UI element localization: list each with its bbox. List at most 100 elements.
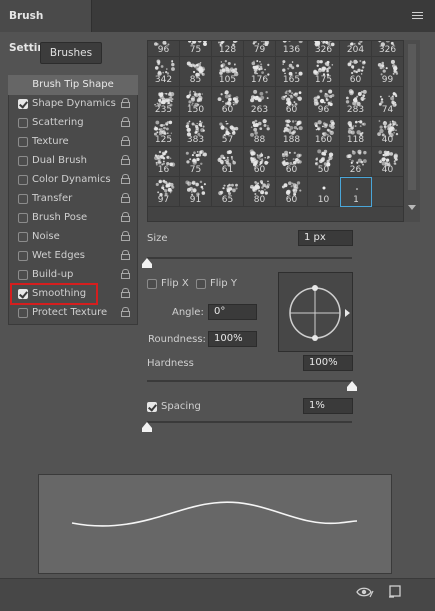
angle-field[interactable]: 0°: [208, 304, 257, 320]
brush-preset[interactable]: 26: [340, 147, 372, 177]
brush-preset[interactable]: 99: [372, 57, 403, 87]
brush-preset[interactable]: 60: [244, 147, 276, 177]
checkbox[interactable]: [18, 232, 28, 242]
brush-preset[interactable]: 204: [340, 41, 372, 57]
lock-icon[interactable]: [121, 288, 130, 298]
lock-icon[interactable]: [121, 136, 130, 146]
brush-preset[interactable]: 10: [308, 177, 340, 207]
brush-preset[interactable]: 342: [148, 57, 180, 87]
brush-preset[interactable]: 326: [308, 41, 340, 57]
checkbox[interactable]: [18, 308, 28, 318]
option-brush-pose[interactable]: Brush Pose: [8, 208, 138, 227]
brush-preset[interactable]: 50: [308, 147, 340, 177]
option-wet-edges[interactable]: Wet Edges: [8, 246, 138, 265]
brush-preset[interactable]: 263: [244, 87, 276, 117]
brush-preset[interactable]: 1: [340, 177, 372, 207]
brush-tip-angle-icon[interactable]: [279, 273, 354, 353]
checkbox[interactable]: [18, 194, 28, 204]
brush-preset-grid[interactable]: 96 75 128 79 136 326 204 326 342 85 105 176 165 175 60…: [147, 40, 404, 222]
checkbox[interactable]: [18, 175, 28, 185]
size-slider-track[interactable]: [147, 257, 352, 259]
brush-preset[interactable]: 60: [340, 57, 372, 87]
option-dual-brush[interactable]: Dual Brush: [8, 151, 138, 170]
option-shape-dynamics[interactable]: Shape Dynamics: [8, 94, 138, 113]
flip-x-checkbox[interactable]: [147, 279, 157, 289]
brush-preset[interactable]: 125: [148, 117, 180, 147]
size-field[interactable]: 1 px: [298, 230, 353, 246]
option-transfer[interactable]: Transfer: [8, 189, 138, 208]
brush-preset[interactable]: 40: [372, 147, 403, 177]
option-scattering[interactable]: Scattering: [8, 113, 138, 132]
brush-preset[interactable]: [372, 177, 403, 207]
brushes-button[interactable]: Brushes: [40, 42, 102, 64]
brush-preset[interactable]: 150: [180, 87, 212, 117]
brush-preset[interactable]: 57: [212, 117, 244, 147]
option-noise[interactable]: Noise: [8, 227, 138, 246]
panel-menu-icon[interactable]: [412, 12, 423, 20]
checkbox[interactable]: [18, 213, 28, 223]
option-color-dynamics[interactable]: Color Dynamics: [8, 170, 138, 189]
brush-preset[interactable]: 118: [340, 117, 372, 147]
brush-tip-shape-item[interactable]: Brush Tip Shape: [8, 75, 138, 95]
brush-preset[interactable]: 96: [308, 87, 340, 117]
lock-icon[interactable]: [121, 193, 130, 203]
checkbox[interactable]: [18, 137, 28, 147]
lock-icon[interactable]: [121, 231, 130, 241]
roundness-field[interactable]: 100%: [208, 331, 257, 347]
brush-preset[interactable]: 88: [244, 117, 276, 147]
spacing-slider-track[interactable]: [147, 421, 352, 423]
checkbox[interactable]: [18, 118, 28, 128]
brush-preset[interactable]: 74: [372, 87, 403, 117]
brush-preset[interactable]: 128: [212, 41, 244, 57]
brush-preset[interactable]: 60: [276, 177, 308, 207]
brush-preset[interactable]: 283: [340, 87, 372, 117]
checkbox[interactable]: [18, 251, 28, 261]
brush-preset[interactable]: 136: [276, 41, 308, 57]
option-build-up[interactable]: Build-up: [8, 265, 138, 284]
brush-preset[interactable]: 60: [276, 87, 308, 117]
brush-preset[interactable]: 79: [244, 41, 276, 57]
lock-icon[interactable]: [121, 98, 130, 108]
lock-icon[interactable]: [121, 307, 130, 317]
brush-preset[interactable]: 85: [180, 57, 212, 87]
checkbox[interactable]: [18, 156, 28, 166]
brush-preset[interactable]: 176: [244, 57, 276, 87]
scrollbar-track[interactable]: [408, 44, 416, 190]
brush-preset[interactable]: 61: [212, 147, 244, 177]
lock-icon[interactable]: [121, 269, 130, 279]
brush-preset[interactable]: 160: [308, 117, 340, 147]
brush-preset[interactable]: 235: [148, 87, 180, 117]
brush-preset[interactable]: 60: [276, 147, 308, 177]
checkbox[interactable]: [18, 99, 28, 109]
lock-icon[interactable]: [121, 155, 130, 165]
brush-preset[interactable]: 80: [244, 177, 276, 207]
brush-preset[interactable]: 60: [212, 87, 244, 117]
grid-scrollbar[interactable]: [404, 40, 420, 222]
lock-icon[interactable]: [121, 117, 130, 127]
new-brush-icon[interactable]: [388, 585, 404, 599]
brush-preset[interactable]: 165: [276, 57, 308, 87]
brush-preset[interactable]: 383: [180, 117, 212, 147]
flip-y-checkbox[interactable]: [196, 279, 206, 289]
scroll-down-icon[interactable]: [408, 205, 416, 210]
option-texture[interactable]: Texture: [8, 132, 138, 151]
brush-preset[interactable]: 16: [148, 147, 180, 177]
brush-preset[interactable]: 326: [372, 41, 403, 57]
lock-icon[interactable]: [121, 212, 130, 222]
brush-preset[interactable]: 40: [372, 117, 403, 147]
tab-brush-settings[interactable]: Brush Settings: [0, 0, 92, 54]
brush-preset[interactable]: 96: [148, 41, 180, 57]
brush-preset[interactable]: 105: [212, 57, 244, 87]
brush-preset[interactable]: 75: [180, 147, 212, 177]
spacing-field[interactable]: 1%: [303, 398, 353, 414]
hardness-field[interactable]: 100%: [303, 355, 353, 371]
brush-preset[interactable]: 175: [308, 57, 340, 87]
lock-icon[interactable]: [121, 174, 130, 184]
option-protect-texture[interactable]: Protect Texture: [8, 303, 138, 322]
brush-preset[interactable]: 75: [180, 41, 212, 57]
brush-preset[interactable]: 65: [212, 177, 244, 207]
brush-preset[interactable]: 91: [180, 177, 212, 207]
eye-icon[interactable]: [356, 585, 374, 599]
checkbox[interactable]: [18, 270, 28, 280]
hardness-slider-track[interactable]: [147, 380, 352, 382]
